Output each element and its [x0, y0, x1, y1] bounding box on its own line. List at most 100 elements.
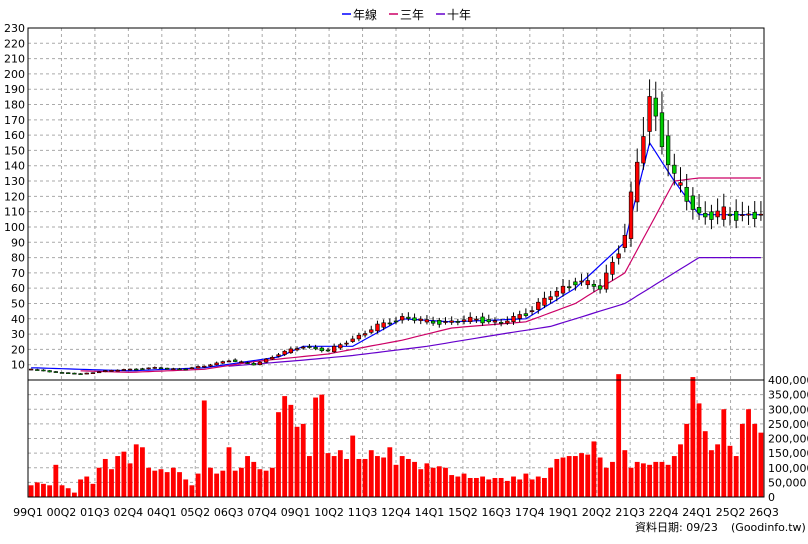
x-tick-label: 24Q1	[682, 506, 712, 519]
volume-bar	[554, 458, 560, 497]
volume-bar	[356, 458, 362, 497]
volume-bar	[344, 458, 349, 497]
volume-bar	[628, 467, 634, 497]
volume-bar	[634, 461, 640, 497]
volume-tick-label: 350,000	[768, 389, 808, 402]
ten-year-line	[228, 257, 761, 367]
candle-body	[635, 161, 640, 203]
candle-body	[53, 371, 58, 373]
candle-body	[659, 112, 665, 148]
price-tick-label: 20	[11, 343, 25, 356]
candle-body	[585, 280, 590, 286]
candle-body	[517, 314, 522, 319]
price-tick-label: 210	[4, 53, 25, 66]
volume-bar	[480, 476, 486, 497]
candle-body	[597, 285, 603, 290]
chart-container: 年線 三年 十年 10 20 30 40 50 60 70 80 90 100 110 120 130 140…	[0, 0, 808, 540]
x-tick-label: 17Q4	[515, 506, 545, 519]
candle-body	[443, 321, 448, 323]
volume-bar	[115, 456, 121, 497]
volume-bar	[467, 477, 473, 497]
volume-bar	[443, 467, 448, 497]
volume-bar	[71, 492, 77, 497]
volume-bar	[585, 454, 591, 497]
volume-bar	[591, 441, 597, 497]
candle-body	[294, 348, 300, 351]
candle-body	[47, 370, 52, 373]
candle-body	[474, 318, 479, 321]
candle-body	[319, 347, 324, 352]
volume-bar	[418, 469, 424, 497]
volume-bar	[412, 461, 417, 497]
volume-bar	[647, 464, 652, 497]
price-tick-label: 100	[4, 221, 25, 234]
x-tick-label: 06Q3	[214, 506, 244, 519]
candle-body	[171, 368, 176, 370]
volume-bars	[28, 374, 764, 497]
candle-body	[604, 272, 609, 290]
candle-body	[84, 372, 89, 375]
volume-bar	[368, 450, 374, 497]
candle-body	[511, 316, 516, 322]
volume-bar	[146, 467, 152, 497]
volume-bar	[226, 447, 232, 497]
source-label: (Goodinfo.tw)	[731, 521, 806, 534]
volume-bar	[430, 467, 436, 497]
candle-body	[381, 322, 386, 328]
x-tick-label: 01Q3	[80, 506, 110, 519]
candle-body	[548, 296, 553, 300]
volume-bar	[678, 444, 683, 497]
candle-body	[622, 234, 627, 248]
volume-bar	[709, 450, 714, 497]
price-tick-label: 120	[4, 190, 25, 203]
candle-body	[338, 344, 343, 349]
candle-body	[505, 320, 510, 324]
volume-bar	[733, 456, 739, 497]
candle-body	[492, 320, 498, 323]
candle-body	[233, 359, 238, 362]
volume-bar	[313, 397, 319, 497]
candle-body	[523, 313, 529, 316]
legend-item: 三年	[400, 8, 424, 22]
candle-body	[746, 213, 751, 216]
volume-bar	[96, 467, 102, 497]
volume-bar	[690, 377, 696, 497]
candle-body	[313, 347, 318, 350]
x-tick-label: 02Q4	[114, 506, 144, 519]
price-tick-label: 40	[11, 313, 25, 326]
legend: 年線 三年 十年	[342, 7, 471, 22]
volume-bar	[405, 458, 411, 497]
candle-body	[350, 338, 355, 342]
x-tick-label: 12Q4	[381, 506, 411, 519]
candle-body	[486, 319, 491, 323]
candle-body	[35, 369, 40, 371]
candle-body	[554, 290, 559, 297]
volume-bar	[486, 479, 492, 497]
candle-body	[245, 362, 250, 364]
volume-bar	[529, 479, 535, 497]
volume-bar	[381, 457, 387, 497]
volume-bar	[387, 447, 393, 497]
x-tick-label: 14Q1	[415, 506, 445, 519]
volume-bar	[436, 466, 442, 497]
volume-bar	[572, 456, 578, 497]
x-tick-label: 15Q2	[448, 506, 478, 519]
candle-body	[134, 368, 139, 371]
candle-body	[690, 195, 696, 210]
candle-body	[344, 342, 349, 345]
candle-body	[226, 360, 232, 363]
candle-body	[146, 367, 151, 370]
volume-tick-label: 250,000	[768, 418, 808, 431]
candle-body	[78, 373, 83, 375]
volume-bar	[739, 423, 745, 497]
volume-bar	[325, 453, 331, 497]
volume-bar	[702, 431, 708, 497]
price-tick-label: 10	[11, 359, 25, 372]
candle-body	[498, 322, 504, 324]
volume-bar	[746, 409, 751, 497]
candle-body	[455, 321, 461, 323]
volume-bar	[189, 485, 195, 497]
candle-body	[418, 318, 423, 321]
volume-bar	[535, 476, 541, 497]
volume-bar	[597, 457, 603, 497]
